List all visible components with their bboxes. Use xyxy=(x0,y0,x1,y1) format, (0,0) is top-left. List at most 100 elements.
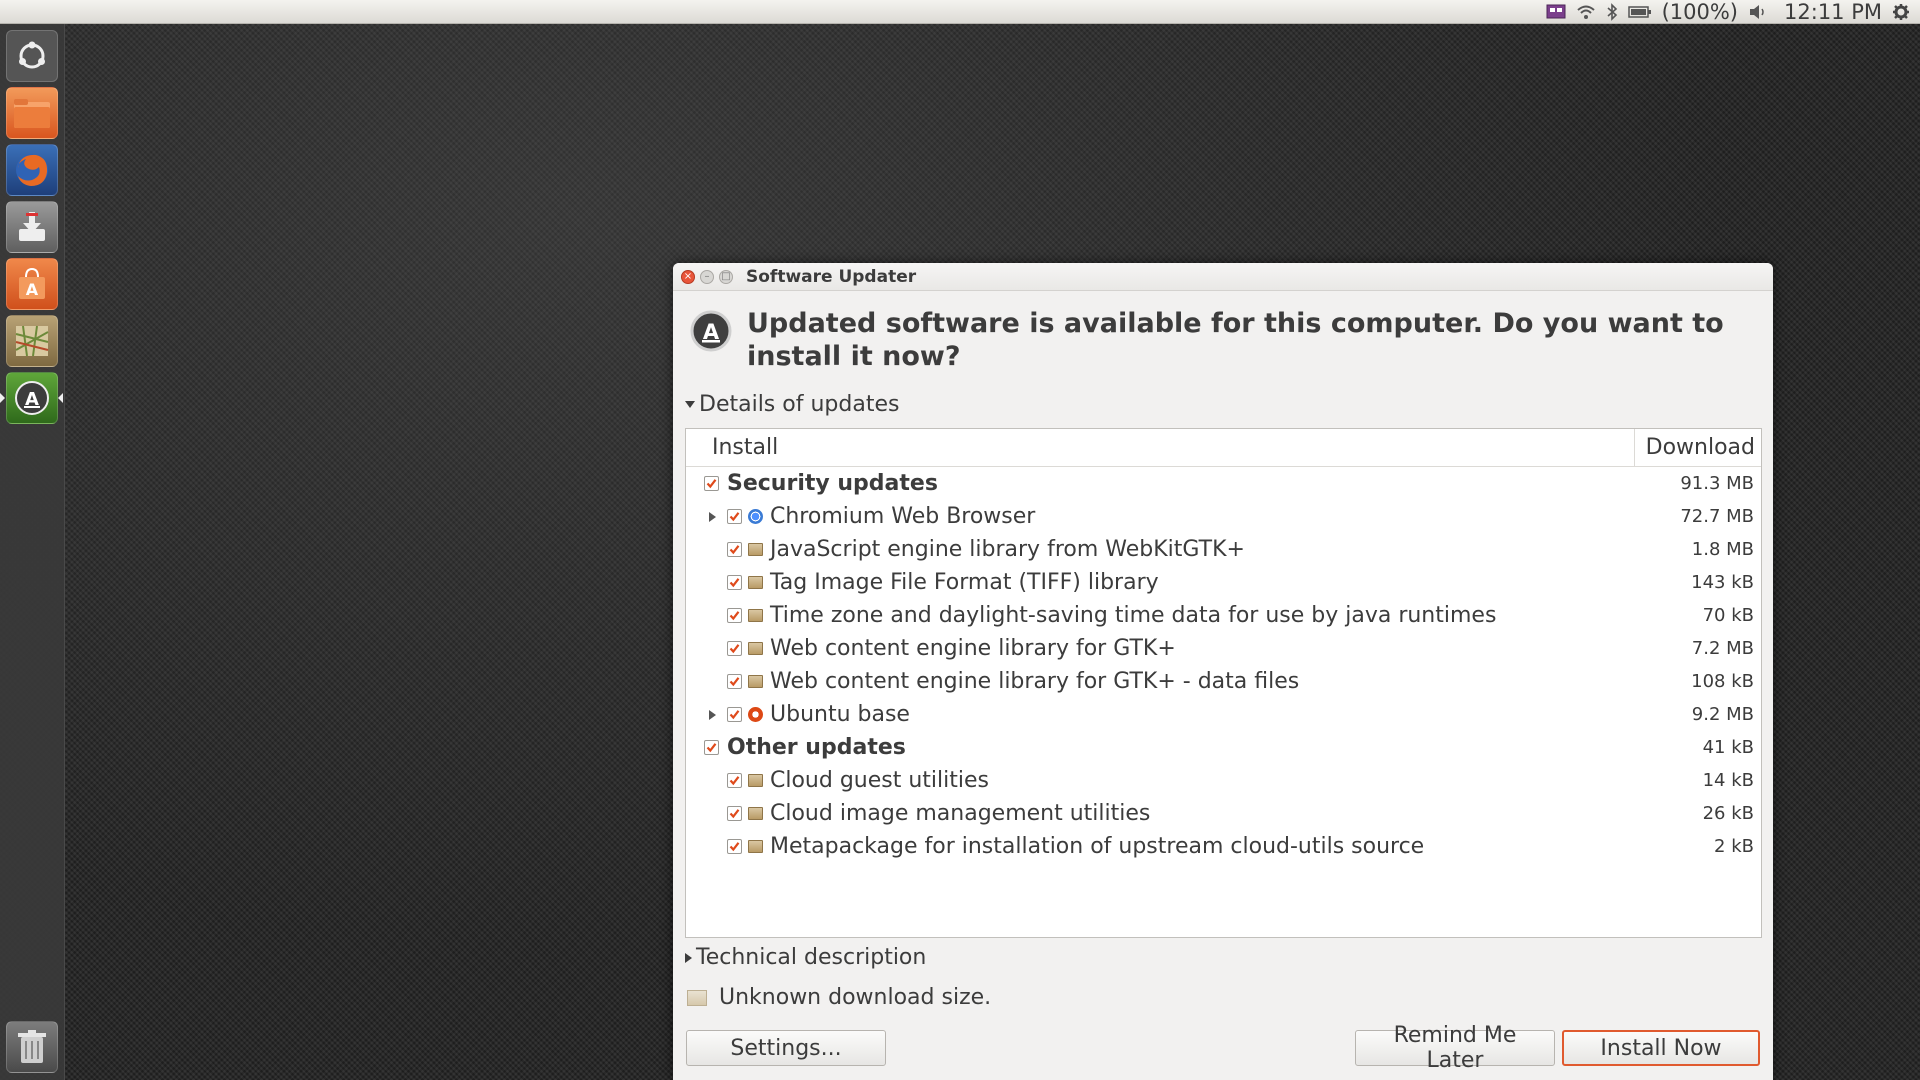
update-item-row[interactable]: Ubuntu base 9.2 MB xyxy=(686,698,1761,731)
update-size: 108 kB xyxy=(1691,671,1754,692)
files-button[interactable] xyxy=(6,87,58,139)
item-checkbox[interactable] xyxy=(727,575,742,590)
download-column-header[interactable]: Download xyxy=(1635,429,1761,466)
tree-header: Install Download xyxy=(686,429,1761,467)
group-checkbox[interactable] xyxy=(704,740,719,755)
package-icon xyxy=(748,609,763,622)
minimize-button[interactable]: – xyxy=(700,269,714,284)
minimize-icon: – xyxy=(704,270,710,282)
update-group-row[interactable]: Other updates 41 kB xyxy=(686,731,1761,764)
volume-icon[interactable] xyxy=(1748,0,1768,24)
gear-icon[interactable] xyxy=(1892,0,1910,24)
tree-body: Security updates 91.3 MB Chromium Web Brow… xyxy=(686,467,1761,863)
update-label: Cloud guest utilities xyxy=(770,768,990,793)
map-icon xyxy=(15,325,49,357)
chevron-right-icon xyxy=(685,952,692,963)
firefox-button[interactable] xyxy=(6,144,58,196)
window-titlebar[interactable]: × – □ Software Updater xyxy=(673,263,1773,291)
item-checkbox[interactable] xyxy=(727,509,742,524)
update-item-row[interactable]: Cloud image management utilities 26 kB xyxy=(686,797,1761,830)
update-label: Other updates xyxy=(727,735,906,760)
update-item-row[interactable]: Web content engine library for GTK+ - da… xyxy=(686,665,1761,698)
technical-description-expander[interactable]: Technical description xyxy=(685,945,926,970)
download-size-text: Unknown download size. xyxy=(719,985,992,1010)
indicator-session-screen-icon[interactable] xyxy=(1546,0,1566,24)
install-column-header[interactable]: Install xyxy=(686,429,1635,466)
maximize-button[interactable]: □ xyxy=(719,269,733,284)
settings-button[interactable]: Settings... xyxy=(686,1030,886,1066)
update-group-row[interactable]: Security updates 91.3 MB xyxy=(686,467,1761,500)
close-button[interactable]: × xyxy=(681,269,695,284)
update-item-row[interactable]: Cloud guest utilities 14 kB xyxy=(686,764,1761,797)
chevron-right-icon[interactable] xyxy=(709,709,716,720)
battery-percent[interactable]: (100%) xyxy=(1662,0,1738,24)
software-updater-icon: A xyxy=(15,381,49,415)
update-label: Metapackage for installation of upstream… xyxy=(770,834,1425,859)
package-icon xyxy=(748,774,763,787)
installer-button[interactable] xyxy=(6,201,58,253)
software-center-button[interactable]: A xyxy=(6,258,58,310)
shopping-bag-icon: A xyxy=(19,267,45,299)
update-size: 1.8 MB xyxy=(1691,539,1754,560)
folder-icon xyxy=(14,99,50,128)
chevron-right-icon[interactable] xyxy=(709,511,716,522)
update-size: 2 kB xyxy=(1714,836,1754,857)
item-checkbox[interactable] xyxy=(727,806,742,821)
update-size: 70 kB xyxy=(1702,605,1754,626)
trash-icon xyxy=(18,1030,46,1063)
install-now-button[interactable]: Install Now xyxy=(1562,1030,1760,1066)
package-icon xyxy=(748,807,763,820)
update-item-row[interactable]: Metapackage for installation of upstream… xyxy=(686,830,1761,863)
software-updater-window: × – □ Software Updater A Updated softwar… xyxy=(673,263,1773,1080)
item-checkbox[interactable] xyxy=(727,641,742,656)
wifi-icon[interactable] xyxy=(1576,0,1596,24)
update-item-row[interactable]: Time zone and daylight-saving time data … xyxy=(686,599,1761,632)
update-size: 26 kB xyxy=(1702,803,1754,824)
package-icon xyxy=(748,642,763,655)
battery-icon[interactable] xyxy=(1627,0,1652,24)
bluetooth-icon[interactable] xyxy=(1606,0,1618,24)
launcher: A A xyxy=(0,24,65,1080)
package-icon xyxy=(748,675,763,688)
clock[interactable]: 12:11 PM xyxy=(1784,0,1882,24)
group-checkbox[interactable] xyxy=(704,476,719,491)
firefox-icon xyxy=(16,154,48,186)
update-label: Ubuntu base xyxy=(770,702,910,727)
remind-me-later-button[interactable]: Remind Me Later xyxy=(1355,1023,1555,1073)
item-checkbox[interactable] xyxy=(727,674,742,689)
update-item-row[interactable]: Tag Image File Format (TIFF) library 143 … xyxy=(686,566,1761,599)
window-title: Software Updater xyxy=(746,266,917,287)
update-size: 7.2 MB xyxy=(1691,638,1754,659)
download-size-status: Unknown download size. xyxy=(687,985,991,1010)
download-installer-icon xyxy=(19,212,45,241)
update-label: Time zone and daylight-saving time data … xyxy=(770,603,1497,628)
software-updater-launcher-button[interactable]: A xyxy=(6,372,58,424)
maximize-icon: □ xyxy=(721,270,731,282)
updates-tree[interactable]: Install Download Security updates 91.3 MB… xyxy=(685,428,1762,938)
update-size: 14 kB xyxy=(1702,770,1754,791)
trash-button[interactable] xyxy=(6,1021,58,1073)
update-item-row[interactable]: Chromium Web Browser 72.7 MB xyxy=(686,500,1761,533)
item-checkbox[interactable] xyxy=(727,839,742,854)
update-label: Tag Image File Format (TIFF) library xyxy=(770,570,1159,595)
item-checkbox[interactable] xyxy=(727,773,742,788)
technical-description-label: Technical description xyxy=(696,945,927,970)
item-checkbox[interactable] xyxy=(727,608,742,623)
update-size: 91.3 MB xyxy=(1680,473,1754,494)
update-item-row[interactable]: Web content engine library for GTK+ 7.2 M… xyxy=(686,632,1761,665)
close-icon: × xyxy=(683,270,693,282)
running-indicator xyxy=(0,393,5,403)
details-expander[interactable]: Details of updates xyxy=(685,392,899,417)
maps-button[interactable] xyxy=(6,315,58,367)
update-size: 72.7 MB xyxy=(1680,506,1754,527)
chevron-down-icon xyxy=(685,401,695,408)
ubuntu-logo-icon xyxy=(19,41,45,69)
headline-text: Updated software is available for this c… xyxy=(747,308,1724,372)
update-size: 143 kB xyxy=(1691,572,1754,593)
item-checkbox[interactable] xyxy=(727,542,742,557)
dash-home-button[interactable] xyxy=(6,30,58,82)
update-label: Web content engine library for GTK+ xyxy=(770,636,1176,661)
item-checkbox[interactable] xyxy=(727,707,742,722)
update-item-row[interactable]: JavaScript engine library from WebKitGTK… xyxy=(686,533,1761,566)
update-label: JavaScript engine library from WebKitGTK… xyxy=(770,537,1245,562)
